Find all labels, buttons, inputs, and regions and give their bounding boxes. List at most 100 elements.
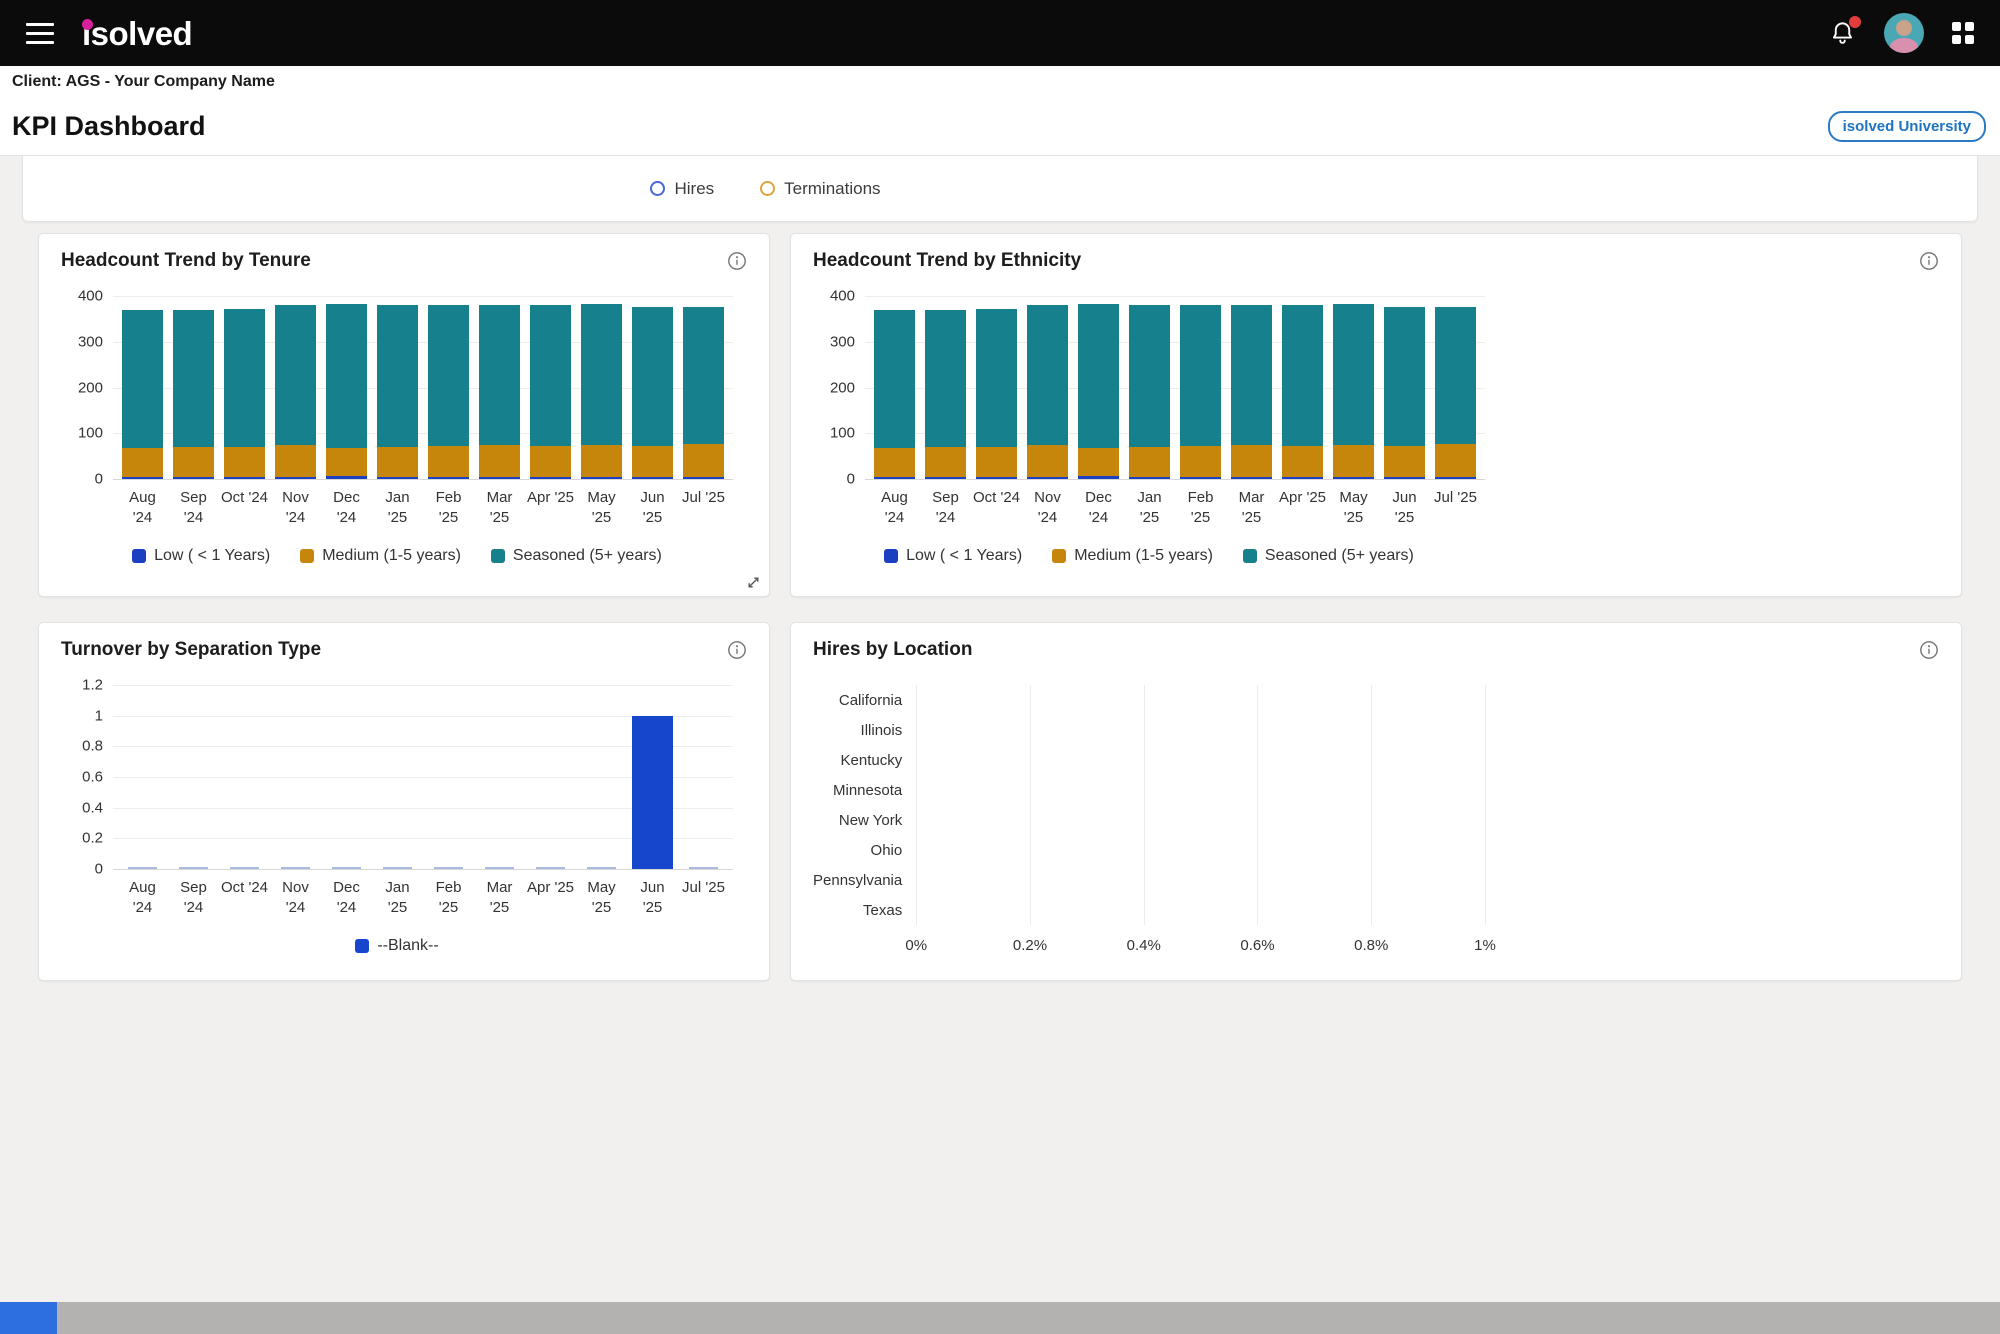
- bar-segment[interactable]: [1281, 445, 1324, 477]
- bar-segment[interactable]: [172, 309, 215, 448]
- bar-segment[interactable]: [580, 444, 623, 477]
- bar-segment[interactable]: [1026, 476, 1069, 479]
- bar-segment[interactable]: [1281, 304, 1324, 446]
- bar-segment[interactable]: [1230, 476, 1273, 479]
- bar[interactable]: [1383, 306, 1426, 479]
- bar-segment[interactable]: [631, 476, 674, 479]
- bar[interactable]: [223, 308, 266, 479]
- info-icon[interactable]: [1919, 640, 1939, 660]
- bar-segment[interactable]: [223, 308, 266, 447]
- bar-segment[interactable]: [975, 446, 1018, 477]
- bar[interactable]: [1077, 304, 1120, 479]
- bar[interactable]: [173, 867, 215, 869]
- bar-segment[interactable]: [580, 476, 623, 479]
- bar-segment[interactable]: [478, 304, 521, 445]
- apps-grid-icon[interactable]: [1952, 22, 1974, 44]
- bar[interactable]: [428, 867, 470, 869]
- bar-segment[interactable]: [172, 447, 215, 477]
- bar-segment[interactable]: [325, 476, 368, 479]
- bar-segment[interactable]: [975, 308, 1018, 447]
- bar[interactable]: [122, 867, 164, 869]
- bar[interactable]: [377, 867, 419, 869]
- bar-segment[interactable]: [478, 444, 521, 477]
- bar-segment[interactable]: [924, 309, 967, 448]
- bar[interactable]: [274, 305, 317, 479]
- bar[interactable]: [172, 309, 215, 479]
- bar[interactable]: [682, 307, 725, 479]
- isolved-university-button[interactable]: isolved University: [1827, 110, 1986, 142]
- bar[interactable]: [683, 867, 725, 869]
- user-avatar[interactable]: [1884, 13, 1924, 53]
- bar-segment[interactable]: [631, 445, 674, 477]
- bar-segment[interactable]: [172, 476, 215, 479]
- legend-item[interactable]: Medium (1-5 years): [300, 547, 461, 565]
- bar-segment[interactable]: [274, 476, 317, 479]
- bar-segment[interactable]: [1128, 446, 1171, 477]
- bar-segment[interactable]: [1332, 476, 1375, 479]
- bar-segment[interactable]: [478, 476, 521, 479]
- bar-segment[interactable]: [1128, 304, 1171, 447]
- bar-segment[interactable]: [223, 446, 266, 477]
- bar[interactable]: [326, 867, 368, 869]
- bar-segment[interactable]: [376, 476, 419, 479]
- bar[interactable]: [529, 304, 572, 479]
- bar-segment[interactable]: [376, 446, 419, 477]
- legend-item[interactable]: Low ( < 1 Years): [132, 547, 270, 565]
- bar[interactable]: [427, 304, 470, 479]
- legend-item-hires[interactable]: Hires: [650, 179, 714, 199]
- bar-segment[interactable]: [1026, 444, 1069, 477]
- bar-segment[interactable]: [427, 304, 470, 446]
- info-icon[interactable]: [1919, 251, 1939, 271]
- bar[interactable]: [975, 308, 1018, 479]
- bar[interactable]: [924, 309, 967, 479]
- bar-segment[interactable]: [427, 476, 470, 479]
- bar-segment[interactable]: [274, 444, 317, 477]
- bar-segment[interactable]: [631, 715, 674, 869]
- bar[interactable]: [631, 715, 674, 869]
- bar[interactable]: [325, 304, 368, 479]
- bar-segment[interactable]: [1332, 444, 1375, 477]
- bar-segment[interactable]: [1026, 305, 1069, 445]
- menu-icon[interactable]: [26, 22, 54, 44]
- bar-segment[interactable]: [427, 445, 470, 477]
- bar-segment[interactable]: [376, 304, 419, 447]
- bar[interactable]: [1434, 307, 1477, 479]
- bar-segment[interactable]: [682, 476, 725, 479]
- bar-segment[interactable]: [1434, 307, 1477, 444]
- legend-item[interactable]: Seasoned (5+ years): [1242, 547, 1414, 565]
- bar-segment[interactable]: [1383, 306, 1426, 446]
- horizontal-scrollbar[interactable]: [0, 1302, 2000, 1334]
- bar[interactable]: [580, 303, 623, 479]
- bar[interactable]: [1179, 304, 1222, 479]
- bar-segment[interactable]: [1434, 443, 1477, 477]
- bar-segment[interactable]: [121, 448, 164, 477]
- bar[interactable]: [1026, 305, 1069, 479]
- bar-segment[interactable]: [975, 476, 1018, 479]
- bar-segment[interactable]: [1179, 445, 1222, 477]
- bar[interactable]: [121, 309, 164, 479]
- bar-segment[interactable]: [1077, 447, 1120, 477]
- bar-segment[interactable]: [325, 447, 368, 477]
- info-icon[interactable]: [727, 640, 747, 660]
- bar-segment[interactable]: [1383, 445, 1426, 477]
- bar-segment[interactable]: [873, 476, 916, 479]
- legend-item[interactable]: Low ( < 1 Years): [884, 547, 1022, 565]
- bar-segment[interactable]: [682, 307, 725, 444]
- bar[interactable]: [275, 867, 317, 869]
- bar-segment[interactable]: [529, 476, 572, 479]
- resize-handle-icon[interactable]: [746, 575, 761, 590]
- bar[interactable]: [1332, 303, 1375, 479]
- bar-segment[interactable]: [121, 476, 164, 479]
- bar-segment[interactable]: [121, 309, 164, 449]
- bar-segment[interactable]: [1077, 304, 1120, 448]
- bar-segment[interactable]: [1179, 476, 1222, 479]
- scrollbar-thumb[interactable]: [0, 1302, 57, 1334]
- bar-segment[interactable]: [1077, 476, 1120, 479]
- bar[interactable]: [1281, 304, 1324, 479]
- bar[interactable]: [631, 306, 674, 479]
- bar-segment[interactable]: [1230, 444, 1273, 477]
- bar-segment[interactable]: [1383, 476, 1426, 479]
- bar[interactable]: [478, 304, 521, 479]
- legend-item-terminations[interactable]: Terminations: [760, 179, 881, 199]
- bar[interactable]: [873, 309, 916, 479]
